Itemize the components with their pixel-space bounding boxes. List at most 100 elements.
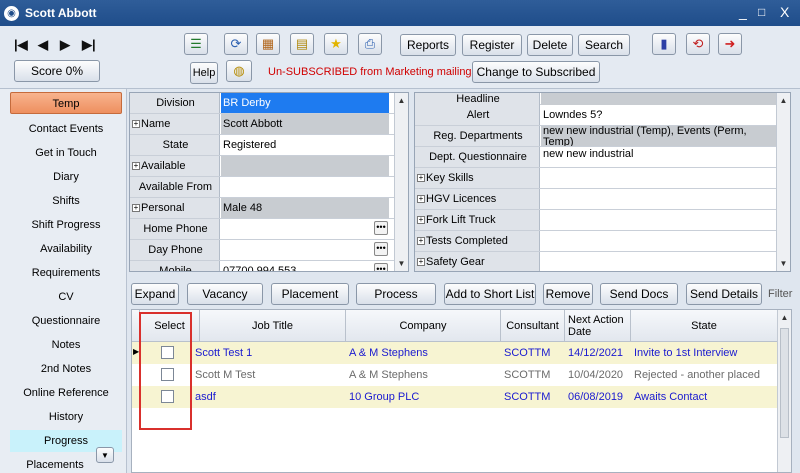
scroll-up-icon[interactable]: ▲ xyxy=(395,94,408,108)
left-grid-scrollbar[interactable]: ▲ ▼ xyxy=(394,93,408,271)
sidebar-item-temp[interactable]: Temp xyxy=(10,92,122,114)
ellipsis-icon[interactable]: ••• xyxy=(374,242,388,256)
key-skills-value[interactable] xyxy=(541,168,777,188)
score-button[interactable]: Score 0% xyxy=(14,60,100,82)
day-phone-value[interactable] xyxy=(221,240,389,260)
sidebar-item-history[interactable]: History xyxy=(10,406,122,428)
column-header-next-action-date[interactable]: Next Action Date xyxy=(565,310,631,342)
job-title-cell[interactable]: asdf xyxy=(192,386,338,408)
consultant-cell[interactable]: SCOTTM xyxy=(501,364,565,386)
right-grid-scrollbar[interactable]: ▲ ▼ xyxy=(776,93,790,271)
scroll-up-icon[interactable]: ▲ xyxy=(777,94,790,108)
home-phone-value[interactable] xyxy=(221,219,389,239)
sidebar-item-online-reference[interactable]: Online Reference xyxy=(10,382,122,404)
help-button[interactable]: Help xyxy=(190,62,218,84)
next-record-icon[interactable]: ▶ xyxy=(60,37,70,53)
previous-record-icon[interactable]: ◀ xyxy=(38,37,48,53)
next-action-date-cell[interactable]: 10/04/2020 xyxy=(565,364,631,386)
close-button[interactable]: X xyxy=(780,5,789,19)
tests-completed-value[interactable] xyxy=(541,231,777,251)
state-value[interactable]: Registered xyxy=(221,135,389,155)
sidebar-item-requirements[interactable]: Requirements xyxy=(10,262,122,284)
expand-button[interactable]: Expand xyxy=(131,283,179,305)
name-value[interactable]: Scott Abbott xyxy=(221,114,389,134)
add-to-short-list-button[interactable]: Add to Short List xyxy=(444,283,536,305)
company-cell[interactable]: A & M Stephens xyxy=(346,342,501,364)
search-button[interactable]: Search xyxy=(578,34,630,56)
next-action-date-cell[interactable]: 14/12/2021 xyxy=(565,342,631,364)
table-row[interactable]: asdf 10 Group PLC SCOTTM 06/08/2019 Awai… xyxy=(132,386,778,408)
expand-icon[interactable]: + xyxy=(417,174,425,183)
scroll-up-icon[interactable]: ▲ xyxy=(778,311,791,325)
company-cell[interactable]: 10 Group PLC xyxy=(346,386,501,408)
expand-icon[interactable]: + xyxy=(417,237,425,246)
expand-icon[interactable]: + xyxy=(417,195,425,204)
job-title-cell[interactable]: Scott M Test xyxy=(192,364,338,386)
sidebar-item-cv[interactable]: CV xyxy=(10,286,122,308)
vacancy-button[interactable]: Vacancy xyxy=(187,283,263,305)
expand-icon[interactable]: + xyxy=(417,216,425,225)
scroll-down-icon[interactable]: ▼ xyxy=(777,257,790,271)
alert-value[interactable]: Lowndes 5? xyxy=(541,105,777,125)
sidebar-item-shift-progress[interactable]: Shift Progress xyxy=(10,214,122,236)
globe-icon[interactable]: ◍ xyxy=(226,60,252,82)
fork-lift-truck-value[interactable] xyxy=(541,210,777,230)
state-cell[interactable]: Awaits Contact xyxy=(631,386,778,408)
process-button[interactable]: Process xyxy=(356,283,436,305)
expand-icon[interactable]: + xyxy=(132,162,140,171)
scroll-thumb[interactable] xyxy=(780,328,789,438)
print-icon[interactable]: ⎙ xyxy=(358,33,382,55)
headline-value[interactable] xyxy=(541,93,777,105)
scroll-down-icon[interactable]: ▼ xyxy=(395,257,408,271)
register-button[interactable]: Register xyxy=(462,34,522,56)
dept-questionnaire-value[interactable]: new new industrial xyxy=(541,147,777,167)
sidebar-more-icon[interactable]: ▼ xyxy=(96,447,114,463)
sidebar-item-shifts[interactable]: Shifts xyxy=(10,190,122,212)
send-docs-button[interactable]: Send Docs xyxy=(600,283,678,305)
sidebar-item-questionnaire[interactable]: Questionnaire xyxy=(10,310,122,332)
available-from-value[interactable] xyxy=(221,177,389,197)
available-value[interactable] xyxy=(221,156,389,176)
field-label[interactable]: + Safety Gear xyxy=(415,252,540,271)
field-label[interactable]: + HGV Licences xyxy=(415,189,540,209)
column-header-consultant[interactable]: Consultant xyxy=(501,310,565,342)
sidebar-item-notes[interactable]: Notes xyxy=(10,334,122,356)
sidebar-item-placements[interactable]: Placements xyxy=(10,454,100,473)
column-header-state[interactable]: State xyxy=(631,310,778,342)
personal-value[interactable]: Male 48 xyxy=(221,198,389,218)
note-icon[interactable]: ▤ xyxy=(290,33,314,55)
ellipsis-icon[interactable]: ••• xyxy=(374,221,388,235)
sidebar-item-get-in-touch[interactable]: Get in Touch xyxy=(10,142,122,164)
company-cell[interactable]: A & M Stephens xyxy=(346,364,501,386)
field-label[interactable]: + Fork Lift Truck xyxy=(415,210,540,230)
hgv-licences-value[interactable] xyxy=(541,189,777,209)
column-header-job-title[interactable]: Job Title xyxy=(200,310,346,342)
division-value[interactable]: BR Derby xyxy=(221,93,389,113)
state-cell[interactable]: Rejected - another placed xyxy=(631,364,778,386)
first-record-icon[interactable]: |◀ xyxy=(14,37,28,53)
delete-button[interactable]: Delete xyxy=(527,34,573,56)
change-to-subscribed-button[interactable]: Change to Subscribed xyxy=(472,61,600,83)
consultant-cell[interactable]: SCOTTM xyxy=(501,386,565,408)
column-header-company[interactable]: Company xyxy=(346,310,501,342)
send-details-button[interactable]: Send Details xyxy=(686,283,762,305)
consultant-cell[interactable]: SCOTTM xyxy=(501,342,565,364)
filter-label[interactable]: Filter xyxy=(768,288,792,300)
field-label[interactable]: + Key Skills xyxy=(415,168,540,188)
star-icon[interactable]: ★ xyxy=(324,33,348,55)
contacts-icon[interactable]: ▮ xyxy=(652,33,676,55)
sidebar-item-2nd-notes[interactable]: 2nd Notes xyxy=(10,358,122,380)
mobile-value[interactable]: 07700 994 553 xyxy=(221,261,389,271)
table-row[interactable]: ▶ Scott Test 1 A & M Stephens SCOTTM 14/… xyxy=(132,342,778,364)
sync-icon[interactable]: ⟲ xyxy=(686,33,710,55)
minimize-button[interactable]: _ xyxy=(739,5,747,19)
field-label[interactable]: + Tests Completed xyxy=(415,231,540,251)
sidebar-item-availability[interactable]: Availability xyxy=(10,238,122,260)
refresh-icon[interactable]: ⟳ xyxy=(224,33,248,55)
sidebar-item-diary[interactable]: Diary xyxy=(10,166,122,188)
list-icon[interactable]: ☰ xyxy=(184,33,208,55)
calendar-icon[interactable]: ▦ xyxy=(256,33,280,55)
reg-departments-value[interactable]: new new industrial (Temp), Events (Perm,… xyxy=(541,126,777,146)
field-label[interactable]: + Name xyxy=(130,114,220,134)
state-cell[interactable]: Invite to 1st Interview xyxy=(631,342,778,364)
